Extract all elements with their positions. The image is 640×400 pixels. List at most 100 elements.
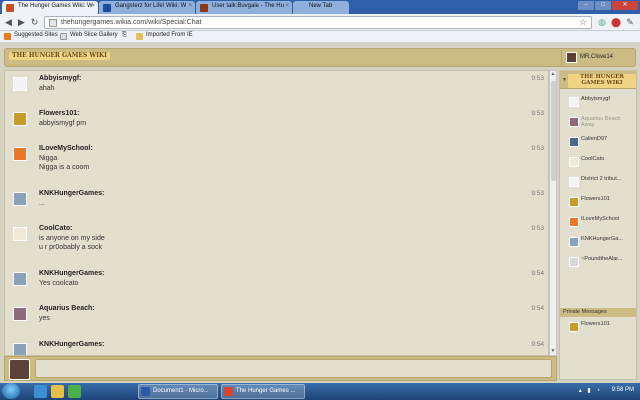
message-text: Nigga (39, 155, 58, 162)
media-player-icon[interactable] (68, 385, 81, 398)
stop-sign-icon[interactable]: ⬤ (610, 16, 622, 28)
close-window-button[interactable]: ✕ (612, 1, 638, 10)
message-username[interactable]: KNKHungerGames: (39, 341, 104, 348)
sidebar-header: ▼ THE HUNGER GAMES WIKI (560, 71, 636, 89)
avatar[interactable] (13, 192, 27, 206)
bookmark-suggested-sites[interactable]: Suggested Sites (4, 32, 58, 40)
chat-input-bar (4, 356, 557, 381)
avatar[interactable] (13, 343, 27, 355)
browser-tab-gangsterz[interactable]: Gangsterz for Life! Wiki: W × (99, 1, 195, 14)
user-list-name: Flowers101 (581, 196, 610, 202)
start-orb-icon[interactable] (2, 383, 20, 399)
user-list-name: CallenD97 (581, 136, 608, 142)
message-username[interactable]: ILoveMySchool: (39, 145, 93, 152)
tab-close-icon[interactable]: × (188, 3, 192, 9)
avatar[interactable] (13, 272, 27, 286)
avatar (569, 217, 579, 227)
word-icon (141, 387, 150, 396)
message-username[interactable]: Flowers101: (39, 110, 79, 117)
chat-message: Abbyismygf: 9:53 ahah (12, 75, 544, 101)
user-list-item[interactable]: KNKHungerGa... (569, 236, 637, 250)
wikia-favicon-icon (6, 4, 14, 12)
suggested-sites-icon (4, 33, 11, 40)
bookmark-web-slice[interactable]: Web Slice Gallery (60, 32, 118, 40)
message-text: ... (39, 200, 45, 207)
message-timestamp: 9:53 (531, 190, 544, 197)
private-messages-header: Private Messages (560, 308, 636, 317)
folder-icon[interactable] (51, 385, 64, 398)
browser-tab-new-tab[interactable]: New Tab (293, 1, 349, 14)
bookmark-star-icon[interactable]: ☆ (579, 17, 587, 28)
tab-close-icon[interactable]: × (91, 3, 95, 9)
user-list-item[interactable]: ~PoundtheAlar... (569, 256, 637, 270)
current-user[interactable]: MR.Clove14 (561, 50, 635, 66)
wrench-menu-icon[interactable]: ✎ (624, 16, 636, 28)
private-message-name: Flowers101 (581, 321, 610, 327)
avatar[interactable] (13, 147, 27, 161)
chrome-icon (224, 387, 233, 396)
message-text: abbyismygf pm (39, 120, 87, 127)
user-list-item[interactable]: District 2 tribut... (569, 176, 637, 190)
user-list-item[interactable]: ILoveMySchool (569, 216, 637, 230)
message-username[interactable]: KNKHungerGames: (39, 270, 104, 277)
avatar[interactable] (13, 307, 27, 321)
maximize-button[interactable]: □ (595, 1, 611, 10)
minimize-button[interactable]: – (578, 1, 594, 10)
system-tray-icons[interactable]: ▴ ▮ ◔ (579, 387, 602, 394)
taskbar-item-chrome[interactable]: The Hunger Games ... (221, 384, 305, 399)
avatar (569, 237, 579, 247)
user-list-item[interactable]: CoolCato (569, 156, 637, 170)
reload-icon[interactable]: ↻ (29, 17, 40, 28)
avatar[interactable] (13, 77, 27, 91)
browser-tab-user-talk[interactable]: User talk:Buvgale - The Hu × (196, 1, 292, 14)
extension-icon[interactable]: ◍ (596, 16, 608, 28)
message-timestamp: 9:53 (531, 110, 544, 117)
scroll-down-icon[interactable]: ▼ (550, 348, 556, 355)
folder-icon (136, 33, 143, 40)
tab-label: New Tab (309, 3, 333, 9)
scrollbar-thumb[interactable] (551, 81, 556, 181)
avatar (9, 359, 30, 380)
chat-scrollbar[interactable]: ▲ ▼ (549, 70, 557, 356)
browser-tab-hunger-games[interactable]: The Hunger Games Wiki: W × (2, 1, 98, 14)
back-arrow-icon[interactable]: ◀ (3, 17, 14, 28)
tab-close-icon[interactable]: × (285, 3, 289, 9)
forward-arrow-icon[interactable]: ▶ (16, 17, 27, 28)
private-message-item[interactable]: Flowers101 (569, 321, 637, 335)
avatar (566, 52, 577, 63)
avatar[interactable] (13, 112, 27, 126)
browser-tab-strip: The Hunger Games Wiki: W × Gangsterz for… (0, 0, 640, 14)
screen: The Hunger Games Wiki: W × Gangsterz for… (0, 0, 640, 400)
chat-message-input[interactable] (35, 359, 552, 378)
message-text: u r pr0obably a sock (39, 244, 103, 251)
message-username[interactable]: KNKHungerGames: (39, 190, 104, 197)
chat-app: THE HUNGER GAMES WIKI MR.Clove14 Abbyism… (0, 43, 640, 383)
address-bar[interactable]: thehungergames.wikia.com/wiki/Special:Ch… (44, 16, 592, 29)
window-controls: – □ ✕ (578, 1, 638, 11)
logo-line: HUNGER GAMES (28, 52, 88, 59)
internet-explorer-icon[interactable] (34, 385, 47, 398)
collapse-triangle-icon[interactable]: ▼ (562, 77, 567, 83)
user-list-item[interactable]: Abbyismygf (569, 96, 637, 110)
user-list-item[interactable]: CallenD97 (569, 136, 637, 150)
message-timestamp: 9:54 (531, 305, 544, 312)
avatar (569, 137, 579, 147)
message-username[interactable]: Aquarius Beach: (39, 305, 95, 312)
user-list-name: ILoveMySchool (581, 216, 620, 222)
avatar (569, 157, 579, 167)
taskbar-item-word[interactable]: Document1 - Micro... (138, 384, 218, 399)
user-list-item[interactable]: Flowers101 (569, 196, 637, 210)
hunger-games-wiki-logo[interactable]: THE HUNGER GAMES WIKI (9, 52, 110, 61)
current-username: MR.Clove14 (580, 54, 614, 60)
avatar[interactable] (13, 227, 27, 241)
message-username[interactable]: CoolCato: (39, 225, 72, 232)
user-list-item[interactable]: Aquarius Beach Away (569, 116, 637, 130)
chat-message: KNKHungerGames: 9:53... (12, 190, 544, 216)
message-username[interactable]: Abbyismygf: (39, 75, 81, 82)
task-label: The Hunger Games ... (236, 388, 296, 394)
user-list-sidebar: ▼ THE HUNGER GAMES WIKI Private Messages… (559, 70, 637, 380)
logo-line: WIKI (89, 52, 107, 59)
scroll-up-icon[interactable]: ▲ (550, 71, 556, 78)
task-label: Document1 - Micro... (153, 388, 209, 394)
bookmark-imported-ie[interactable]: Imported From IE (136, 32, 193, 40)
